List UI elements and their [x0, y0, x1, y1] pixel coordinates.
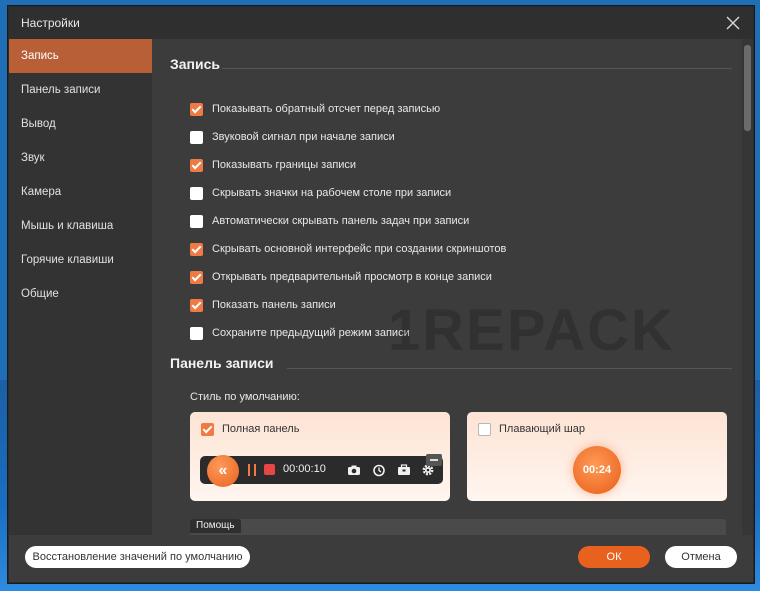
floating-ball-label: Плавающий шар	[499, 423, 585, 435]
pause-icon	[246, 464, 258, 476]
option-label: Открывать предварительный просмотр в кон…	[212, 271, 492, 283]
option-label: Показать панель записи	[212, 299, 336, 311]
window-title: Настройки	[21, 16, 80, 30]
rewind-icon: «	[207, 455, 239, 487]
divider	[287, 368, 732, 369]
scrollbar-thumb[interactable]	[744, 45, 751, 131]
watermark: 1REPACK	[388, 298, 675, 363]
option-label: Автоматически скрывать панель задач при …	[212, 215, 470, 227]
checkbox[interactable]	[190, 102, 203, 116]
ok-button[interactable]: ОК	[578, 546, 650, 568]
checkbox[interactable]	[190, 186, 203, 200]
full-panel-label: Полная панель	[222, 423, 300, 435]
option-label: Показывать обратный отсчет перед записью	[212, 103, 441, 115]
ball-time: 00:24	[582, 464, 612, 476]
full-panel-card[interactable]: Полная панель « 00:00:10	[190, 412, 450, 501]
dialog-footer: Восстановление значений по умолчанию ОК …	[9, 535, 753, 582]
cancel-button[interactable]: Отмена	[665, 546, 737, 568]
minimize-icon	[426, 454, 442, 466]
sidebar-item-hotkeys[interactable]: Горячие клавиши	[9, 243, 152, 277]
option-show-record-panel[interactable]: Показать панель записи	[190, 296, 336, 314]
checkbox[interactable]	[190, 158, 203, 172]
sidebar-item-camera[interactable]: Камера	[9, 175, 152, 209]
option-hide-taskbar[interactable]: Автоматически скрывать панель задач при …	[190, 212, 469, 230]
reset-defaults-button[interactable]: Восстановление значений по умолчанию	[25, 546, 250, 568]
help-tab[interactable]: Помощь	[190, 519, 241, 533]
checkbox[interactable]	[190, 298, 203, 312]
title-bar: Настройки	[9, 7, 753, 39]
checkbox[interactable]	[190, 214, 203, 228]
checkbox[interactable]	[190, 130, 203, 144]
option-label: Сохраните предыдущий режим записи	[212, 327, 410, 339]
toolbox-icon	[397, 463, 411, 477]
option-countdown[interactable]: Показывать обратный отсчет перед записью	[190, 100, 440, 118]
scrollbar[interactable]	[742, 39, 753, 535]
camera-icon	[347, 463, 361, 477]
checkbox[interactable]	[478, 423, 491, 436]
option-hide-desktop-icons[interactable]: Скрывать значки на рабочем столе при зап…	[190, 184, 451, 202]
divider	[222, 68, 732, 69]
option-label: Скрывать основной интерфейс при создании…	[212, 243, 507, 255]
checkbox[interactable]	[201, 423, 214, 436]
option-hide-main-ui[interactable]: Скрывать основной интерфейс при создании…	[190, 240, 506, 258]
settings-dialog: Настройки Запись Панель записи Вывод Зву…	[8, 6, 754, 583]
option-open-preview[interactable]: Открывать предварительный просмотр в кон…	[190, 268, 492, 286]
close-icon[interactable]	[723, 13, 743, 33]
sidebar-item-recording[interactable]: Запись	[9, 39, 152, 73]
section-title-recording: Запись	[170, 56, 221, 72]
option-label: Скрывать значки на рабочем столе при зап…	[212, 187, 452, 199]
section-title-record-panel: Панель записи	[170, 355, 274, 371]
option-show-borders[interactable]: Показывать границы записи	[190, 156, 356, 174]
option-label: Звуковой сигнал при начале записи	[212, 131, 395, 143]
option-label: Показывать границы записи	[212, 159, 357, 171]
record-time: 00:00:10	[283, 463, 326, 475]
timer-icon	[372, 463, 386, 477]
option-start-sound[interactable]: Звуковой сигнал при начале записи	[190, 128, 395, 146]
floating-ball: 00:24	[573, 446, 621, 494]
stop-icon	[264, 464, 275, 475]
mini-record-bar: « 00:00:10	[200, 454, 443, 487]
settings-content: Запись Показывать обратный отсчет перед …	[152, 39, 742, 535]
sidebar-item-mouse-keyboard[interactable]: Мышь и клавиша	[9, 209, 152, 243]
help-panel: Помощь	[190, 519, 726, 535]
sidebar-item-record-panel[interactable]: Панель записи	[9, 73, 152, 107]
sidebar-item-general[interactable]: Общие	[9, 277, 152, 311]
default-style-label: Стиль по умолчанию:	[190, 391, 300, 403]
checkbox[interactable]	[190, 270, 203, 284]
checkbox[interactable]	[190, 326, 203, 340]
option-keep-previous-mode[interactable]: Сохраните предыдущий режим записи	[190, 324, 410, 342]
sidebar-item-output[interactable]: Вывод	[9, 107, 152, 141]
floating-ball-card[interactable]: Плавающий шар 00:24	[467, 412, 727, 501]
sidebar: Запись Панель записи Вывод Звук Камера М…	[9, 39, 152, 535]
sidebar-item-sound[interactable]: Звук	[9, 141, 152, 175]
checkbox[interactable]	[190, 242, 203, 256]
